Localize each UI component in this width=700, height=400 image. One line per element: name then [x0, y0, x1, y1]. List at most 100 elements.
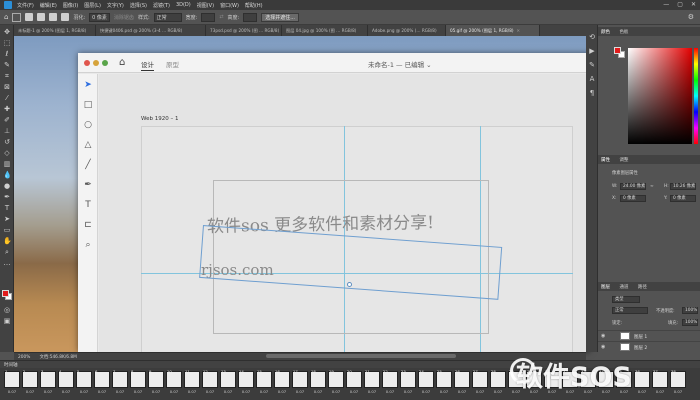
- subtract-selection-icon[interactable]: [49, 13, 58, 21]
- height-field[interactable]: 10.26 像素: [670, 183, 696, 190]
- hand-tool-icon[interactable]: ✋: [3, 238, 12, 245]
- doc-tab[interactable]: 未标题-1 @ 200% (图层 1, RGB/8): [14, 25, 96, 36]
- home-icon[interactable]: ⌂: [4, 13, 8, 21]
- frame-duration[interactable]: 0.07: [364, 389, 380, 394]
- maximize-icon[interactable]: ▢: [677, 1, 683, 8]
- frame-duration[interactable]: 0.07: [454, 389, 470, 394]
- layer-name[interactable]: 图层 2: [634, 345, 647, 351]
- frame-duration[interactable]: 0.07: [220, 389, 236, 394]
- menu-3d[interactable]: 3D(D): [176, 2, 191, 8]
- frame-duration[interactable]: 0.07: [166, 389, 182, 394]
- frame-duration[interactable]: 0.07: [4, 389, 20, 394]
- frame-duration[interactable]: 0.07: [58, 389, 74, 394]
- timeline-frame[interactable]: 19 0.07: [328, 369, 344, 398]
- frame-duration[interactable]: 0.07: [382, 389, 398, 394]
- menu-window[interactable]: 窗口(W): [220, 2, 239, 9]
- healing-brush-tool-icon[interactable]: ✚: [3, 106, 11, 113]
- timeline-frame[interactable]: 12 0.07: [202, 369, 218, 398]
- menu-help[interactable]: 帮助(H): [245, 2, 263, 9]
- timeline-frame[interactable]: 25 0.07: [436, 369, 452, 398]
- crop-tool-icon[interactable]: ⌗: [3, 73, 11, 80]
- timeline-frame[interactable]: 28 0.07: [490, 369, 506, 398]
- timeline-frame[interactable]: 17 0.07: [292, 369, 308, 398]
- eyedropper-tool-icon[interactable]: ⁄: [3, 95, 11, 102]
- timeline-frame[interactable]: 3 0.07: [40, 369, 56, 398]
- timeline-frame[interactable]: 11 0.07: [184, 369, 200, 398]
- tab-adjustments[interactable]: 调整: [619, 158, 628, 163]
- timeline-frame[interactable]: 6 0.07: [94, 369, 110, 398]
- xd-rectangle-tool-icon[interactable]: □: [83, 100, 93, 110]
- rotate-handle[interactable]: [347, 282, 352, 287]
- visibility-eye-icon[interactable]: ◉: [601, 344, 605, 350]
- timeline-frame[interactable]: 16 0.07: [274, 369, 290, 398]
- quick-select-tool-icon[interactable]: ✎: [3, 62, 11, 69]
- blur-tool-icon[interactable]: 💧: [3, 172, 12, 179]
- more-tools-icon[interactable]: …: [3, 260, 11, 267]
- xd-select-tool-icon[interactable]: ➤: [83, 80, 93, 90]
- frame-duration[interactable]: 0.07: [130, 389, 146, 394]
- tab-color[interactable]: 颜色: [601, 30, 610, 35]
- frame-duration[interactable]: 0.07: [238, 389, 254, 394]
- tab-properties[interactable]: 属性: [601, 158, 610, 163]
- timeline-frame[interactable]: 4 0.07: [58, 369, 74, 398]
- layer-kind-filter[interactable]: 类型: [612, 296, 640, 303]
- frame-tool-icon[interactable]: ⊠: [3, 84, 11, 91]
- doc-tab-active[interactable]: 05.gif @ 200% (图层 1, RGB/8) ✕: [446, 25, 540, 36]
- tab-channels[interactable]: 通道: [619, 285, 628, 290]
- xd-document-title[interactable]: 未命名-1 — 已编辑 ⌄: [368, 59, 432, 69]
- timeline-frame[interactable]: 14 0.07: [238, 369, 254, 398]
- layer-name[interactable]: 图层 1: [634, 334, 647, 340]
- brush-panel-icon[interactable]: ✎: [588, 61, 596, 69]
- xd-home-icon[interactable]: ⌂: [119, 57, 125, 68]
- xd-line-tool-icon[interactable]: ╱: [83, 160, 93, 170]
- frame-duration[interactable]: 0.07: [148, 389, 164, 394]
- xd-close-dot-icon[interactable]: [84, 60, 90, 66]
- rectangle-tool-icon[interactable]: ▭: [3, 227, 11, 234]
- type-tool-icon[interactable]: T: [3, 205, 11, 212]
- xd-polygon-tool-icon[interactable]: △: [83, 140, 93, 150]
- tab-paths[interactable]: 路径: [638, 285, 647, 290]
- frame-duration[interactable]: 0.07: [184, 389, 200, 394]
- xd-zoom-dot-icon[interactable]: [102, 60, 108, 66]
- frame-duration[interactable]: 0.07: [256, 389, 272, 394]
- timeline-frame[interactable]: 20 0.07: [346, 369, 362, 398]
- width-input[interactable]: [201, 12, 216, 22]
- path-select-tool-icon[interactable]: ➤: [3, 216, 11, 223]
- color-picker-field[interactable]: [628, 48, 692, 144]
- blend-mode-select[interactable]: 正常: [612, 307, 648, 314]
- frame-duration[interactable]: 0.07: [670, 389, 686, 394]
- close-tab-icon[interactable]: ✕: [517, 28, 521, 33]
- menu-layer[interactable]: 图层(L): [84, 2, 101, 9]
- xd-text-tool-icon[interactable]: T: [83, 200, 93, 210]
- character-panel-icon[interactable]: A: [588, 75, 596, 83]
- timeline-frame[interactable]: 5 0.07: [76, 369, 92, 398]
- timeline-frame[interactable]: 13 0.07: [220, 369, 236, 398]
- timeline-frame[interactable]: 27 0.07: [472, 369, 488, 398]
- foreground-color-swatch[interactable]: [2, 290, 9, 297]
- timeline-frame[interactable]: 1 0.07: [4, 369, 20, 398]
- timeline-frame[interactable]: 2 0.07: [22, 369, 38, 398]
- xd-minimize-dot-icon[interactable]: [93, 60, 99, 66]
- intersect-selection-icon[interactable]: [61, 13, 70, 21]
- close-icon[interactable]: ✕: [691, 1, 696, 8]
- xd-artboard-tool-icon[interactable]: ⊏: [83, 220, 93, 230]
- xd-zoom-tool-icon[interactable]: ⌕: [83, 240, 93, 250]
- frame-duration[interactable]: 0.07: [634, 389, 650, 394]
- history-brush-tool-icon[interactable]: ↺: [3, 139, 11, 146]
- paragraph-panel-icon[interactable]: ¶: [588, 89, 596, 97]
- xd-pen-tool-icon[interactable]: ✒: [83, 180, 93, 190]
- timeline-frame[interactable]: 10 0.07: [166, 369, 182, 398]
- dodge-tool-icon[interactable]: ●: [3, 183, 11, 190]
- panel-foreground-swatch[interactable]: [614, 47, 621, 54]
- horizontal-scrollbar[interactable]: [266, 354, 456, 358]
- frame-duration[interactable]: 0.07: [400, 389, 416, 394]
- timeline-frame[interactable]: 22 0.07: [382, 369, 398, 398]
- menu-view[interactable]: 视图(V): [197, 2, 214, 9]
- add-selection-icon[interactable]: [37, 13, 46, 21]
- layer-row[interactable]: ◉ 图层 1: [598, 330, 700, 341]
- height-input[interactable]: [243, 12, 258, 22]
- frame-duration[interactable]: 0.07: [436, 389, 452, 394]
- x-field[interactable]: 0 像素: [620, 195, 646, 202]
- minimize-icon[interactable]: —: [663, 1, 669, 8]
- menu-image[interactable]: 图像(I): [63, 2, 78, 9]
